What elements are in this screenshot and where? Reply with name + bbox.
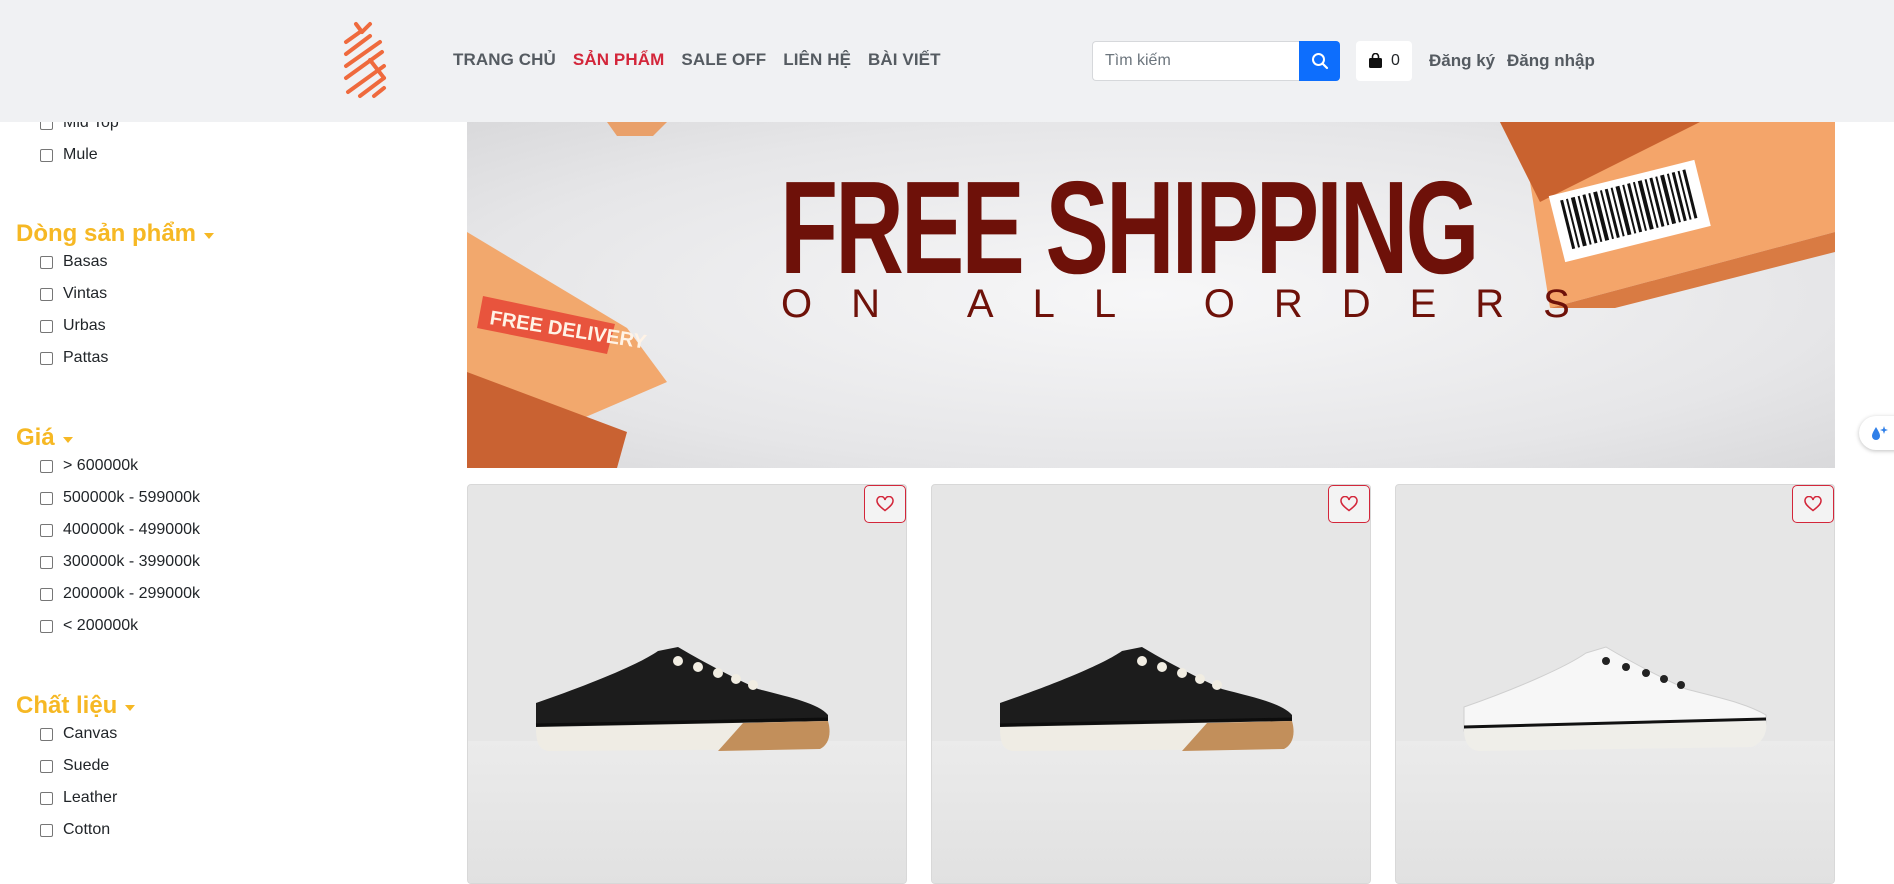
filter-option-label: Urbas xyxy=(63,317,106,334)
checkbox[interactable] xyxy=(40,255,53,269)
filter-option[interactable]: Suede xyxy=(40,757,109,775)
filter-option-label: 500000k - 599000k xyxy=(63,489,200,506)
shopping-bag-icon xyxy=(1369,53,1383,68)
filter-option-label: Suede xyxy=(63,757,110,774)
search-icon xyxy=(1311,53,1328,70)
filter-option-label: Canvas xyxy=(63,725,118,742)
filter-option[interactable]: 400000k - 499000k xyxy=(40,521,200,539)
filter-title-price[interactable]: Giá xyxy=(16,424,73,452)
filter-option-label: Mule xyxy=(63,146,98,163)
cart-button[interactable]: 0 xyxy=(1356,41,1412,81)
filter-option[interactable]: Mule xyxy=(40,146,98,164)
caret-down-icon xyxy=(204,233,215,239)
checkbox[interactable] xyxy=(40,727,53,741)
banner-subtitle: ON ALL ORDERS xyxy=(781,282,1609,326)
product-image xyxy=(1463,646,1767,751)
filter-option-label: 300000k - 399000k xyxy=(63,553,200,570)
product-card[interactable] xyxy=(931,484,1371,884)
filter-option[interactable]: Pattas xyxy=(40,349,108,367)
wishlist-button[interactable] xyxy=(864,485,906,523)
search-bar xyxy=(1092,41,1340,81)
filter-title-text: Dòng sản phẩm xyxy=(16,220,197,247)
heart-icon xyxy=(1804,496,1822,512)
filter-option-label: Cotton xyxy=(63,821,111,838)
register-link[interactable]: Đăng ký xyxy=(1429,51,1495,71)
checkbox[interactable] xyxy=(40,287,53,301)
filter-option[interactable]: 500000k - 599000k xyxy=(40,489,200,507)
nav-sale-off[interactable]: SALE OFF xyxy=(681,50,766,70)
search-input[interactable] xyxy=(1092,41,1299,81)
box-corner-illustration xyxy=(607,122,667,136)
delivery-box-illustration: FREE DELIVERY xyxy=(467,232,667,468)
nav-blog[interactable]: BÀI VIẾT xyxy=(868,50,941,70)
checkbox[interactable] xyxy=(40,555,53,569)
nav-home[interactable]: TRANG CHỦ xyxy=(453,50,556,70)
heart-icon xyxy=(1340,496,1358,512)
checkbox[interactable] xyxy=(40,619,53,633)
checkbox[interactable] xyxy=(40,823,53,837)
top-header: TRANG CHỦ SẢN PHẨM SALE OFF LIÊN HỆ BÀI … xyxy=(0,0,1894,122)
filter-option[interactable]: > 600000k xyxy=(40,457,138,475)
product-card[interactable] xyxy=(1395,484,1835,884)
filter-option[interactable]: 300000k - 399000k xyxy=(40,553,200,571)
filter-option-label: > 600000k xyxy=(63,457,139,474)
pineapple-logo[interactable] xyxy=(340,20,390,100)
filter-option-label: Leather xyxy=(63,789,118,806)
checkbox[interactable] xyxy=(40,351,53,365)
checkbox[interactable] xyxy=(40,148,53,162)
filter-sidebar: Mid Top Mule Dòng sản phẩm Basas Vintas … xyxy=(0,0,440,862)
filter-option-label: < 200000k xyxy=(63,617,139,634)
filter-option-label: Pattas xyxy=(63,349,109,366)
checkbox[interactable] xyxy=(40,319,53,333)
filter-option[interactable]: Leather xyxy=(40,789,117,807)
caret-down-icon xyxy=(125,705,136,711)
wishlist-button[interactable] xyxy=(1792,485,1834,523)
filter-option[interactable]: < 200000k xyxy=(40,617,138,635)
login-link[interactable]: Đăng nhập xyxy=(1507,51,1595,71)
wishlist-button[interactable] xyxy=(1328,485,1370,523)
main-nav: TRANG CHỦ SẢN PHẨM SALE OFF LIÊN HỆ BÀI … xyxy=(453,50,958,70)
product-card[interactable] xyxy=(467,484,907,884)
filter-option-label: Basas xyxy=(63,253,108,270)
filter-option[interactable]: Basas xyxy=(40,253,107,271)
filter-title-product-line[interactable]: Dòng sản phẩm xyxy=(16,220,215,248)
checkbox[interactable] xyxy=(40,759,53,773)
filter-title-material[interactable]: Chất liệu xyxy=(16,692,136,720)
product-image xyxy=(535,647,830,751)
filter-option[interactable]: 200000k - 299000k xyxy=(40,585,200,603)
filter-option-label: 200000k - 299000k xyxy=(63,585,200,602)
checkbox[interactable] xyxy=(40,459,53,473)
filter-option-label: Vintas xyxy=(63,285,108,302)
checkbox[interactable] xyxy=(40,791,53,805)
filter-option-label: 400000k - 499000k xyxy=(63,521,200,538)
checkbox[interactable] xyxy=(40,587,53,601)
nav-products[interactable]: SẢN PHẨM xyxy=(573,50,664,70)
search-button[interactable] xyxy=(1299,41,1340,81)
caret-down-icon xyxy=(62,437,73,443)
filter-option[interactable]: Canvas xyxy=(40,725,117,743)
banner-title: FREE SHIPPING xyxy=(780,154,1480,301)
cart-count: 0 xyxy=(1391,52,1400,69)
extension-widget-button[interactable] xyxy=(1859,416,1894,450)
checkbox[interactable] xyxy=(40,523,53,537)
heart-icon xyxy=(876,496,894,512)
nav-contact[interactable]: LIÊN HỆ xyxy=(783,50,851,70)
water-drop-sparkle-icon xyxy=(1872,426,1888,440)
free-shipping-banner[interactable]: FREE DELIVERY FREE SHIPPING ON ALL ORDER… xyxy=(467,122,1835,468)
filter-title-text: Chất liệu xyxy=(16,692,118,719)
filter-title-text: Giá xyxy=(16,424,55,451)
filter-option[interactable]: Vintas xyxy=(40,285,107,303)
filter-option[interactable]: Cotton xyxy=(40,821,110,839)
filter-option[interactable]: Urbas xyxy=(40,317,106,335)
product-image xyxy=(999,647,1294,751)
barcode-box-illustration xyxy=(1500,122,1835,308)
checkbox[interactable] xyxy=(40,491,53,505)
